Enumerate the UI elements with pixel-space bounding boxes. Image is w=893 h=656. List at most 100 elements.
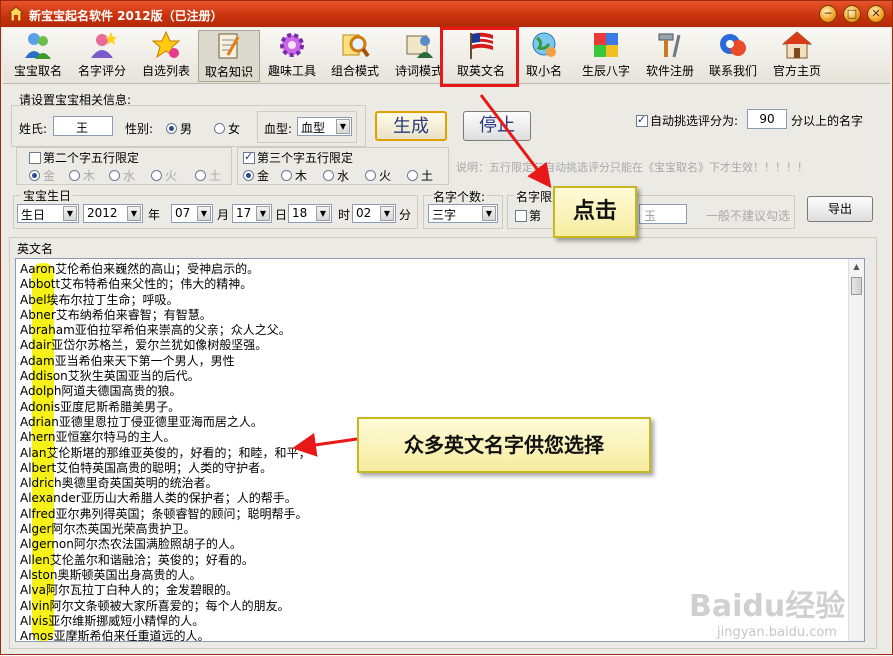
- minimize-button[interactable]: ─: [819, 5, 837, 23]
- list-item[interactable]: Abraham亚伯拉罕希伯来崇高的父亲；众人之父。: [20, 323, 311, 338]
- tool-custom-list[interactable]: 自选列表: [135, 30, 197, 82]
- star-people-icon: [91, 32, 117, 58]
- people-icon: [25, 33, 51, 59]
- name-limit-input[interactable]: 玉: [639, 204, 687, 224]
- export-button[interactable]: 导出: [807, 196, 873, 222]
- radio-empty-icon: [407, 170, 418, 181]
- blood-type-select[interactable]: 血型 ▼: [297, 117, 352, 136]
- chevron-down-icon: ▼: [336, 119, 350, 134]
- wuxing-label: 水: [123, 169, 136, 183]
- list-item[interactable]: Ahern亚恒塞尔特马的主人。: [20, 430, 311, 445]
- list-item[interactable]: Abel埃布尔拉丁生命；呼吸。: [20, 293, 311, 308]
- second-wuxing-metal[interactable]: 金: [29, 167, 55, 184]
- second-wuxing-wood[interactable]: 木: [69, 167, 95, 184]
- radio-empty-icon: [365, 170, 376, 181]
- tool-contact-us[interactable]: 联系我们: [702, 30, 764, 82]
- tool-naming-knowledge[interactable]: 取名知识: [198, 30, 260, 82]
- radio-selected-icon: [29, 170, 40, 181]
- list-item[interactable]: Aldrich奥德里奇英国英明的统治者。: [20, 476, 311, 491]
- gender-male-label: 男: [180, 122, 193, 136]
- tool-nickname[interactable]: 取小名: [515, 30, 573, 82]
- list-item[interactable]: Adrian亚德里恩拉丁侵亚德里亚海而居之人。: [20, 415, 311, 430]
- hour-select[interactable]: 18 ▼: [288, 204, 332, 223]
- list-item[interactable]: Alexander亚历山大希腊人类的保护者；人的帮手。: [20, 491, 311, 506]
- tool-homepage[interactable]: 官方主页: [766, 30, 828, 82]
- stop-button[interactable]: 停止: [463, 111, 531, 141]
- tools-icon: [658, 33, 681, 58]
- list-item[interactable]: Alston奥斯顿英国出身高贵的人。: [20, 568, 311, 583]
- close-button[interactable]: ✕: [867, 5, 885, 23]
- second-char-checkbox[interactable]: 第二个字五行限定: [29, 149, 139, 166]
- home-icon: [782, 31, 812, 59]
- radio-selected-icon: [243, 170, 254, 181]
- birth-type-value: 生日: [21, 208, 46, 222]
- list-item[interactable]: Alfred亚尔弗列得英国；条顿睿智的顾问；聪明帮手。: [20, 507, 311, 522]
- auto-pick-score-input[interactable]: 90: [747, 109, 787, 129]
- radio-empty-icon: [214, 123, 225, 134]
- highlight-box-english-name: [440, 27, 519, 87]
- third-wuxing-wood[interactable]: 木: [281, 167, 307, 184]
- tool-birth-chart[interactable]: 生辰八字: [575, 30, 637, 82]
- list-item[interactable]: Algernon阿尔杰农法国满脸照胡子的人。: [20, 537, 311, 552]
- third-wuxing-earth[interactable]: 土: [407, 167, 433, 184]
- chevron-down-icon: ▼: [63, 206, 77, 221]
- generate-button[interactable]: 生成: [375, 111, 447, 141]
- tool-fun-tools[interactable]: 趣味工具: [261, 30, 323, 82]
- month-select[interactable]: 07 ▼: [171, 204, 213, 223]
- english-name-title: 英文名: [17, 242, 54, 256]
- third-char-title: 第三个字五行限定: [257, 151, 354, 165]
- scroll-up-icon[interactable]: ▲: [849, 259, 864, 274]
- list-item[interactable]: Aaron艾伦希伯来巍然的高山；受神启示的。: [20, 262, 311, 277]
- second-wuxing-fire[interactable]: 火: [151, 167, 177, 184]
- gender-male-radio[interactable]: 男: [166, 120, 192, 137]
- list-item[interactable]: Alan艾伦斯堪的那维亚英俊的，好看的；和睦，和平；: [20, 446, 311, 461]
- second-wuxing-earth[interactable]: 土: [195, 167, 221, 184]
- tool-combo-mode[interactable]: 组合模式: [324, 30, 386, 82]
- list-item[interactable]: Adam亚当希伯来天下第一个男人，男性: [20, 354, 311, 369]
- surname-input[interactable]: 王: [53, 116, 113, 136]
- list-item[interactable]: Alvis亚尔维斯挪威短小精悍的人。: [20, 614, 311, 629]
- list-item[interactable]: Adolph阿道夫德国高贵的狼。: [20, 384, 311, 399]
- vertical-scrollbar[interactable]: ▲: [848, 259, 864, 641]
- list-item[interactable]: Addison艾狄生英国亚当的后代。: [20, 369, 311, 384]
- list-item[interactable]: Alger阿尔杰英国光荣高贵护卫。: [20, 522, 311, 537]
- magnifier-icon: [342, 34, 370, 58]
- third-wuxing-water[interactable]: 水: [323, 167, 349, 184]
- birth-type-select[interactable]: 生日 ▼: [17, 204, 79, 223]
- list-item[interactable]: Abner艾布纳希伯来睿智；有智慧。: [20, 308, 311, 323]
- wuxing-label: 土: [209, 169, 222, 183]
- third-char-checkbox[interactable]: 第三个字五行限定: [243, 149, 353, 166]
- tool-register[interactable]: 软件注册: [639, 30, 701, 82]
- second-char-title: 第二个字五行限定: [43, 151, 140, 165]
- day-select[interactable]: 17 ▼: [232, 204, 272, 223]
- list-item[interactable]: Adonis亚度尼斯希腊美男子。: [20, 400, 311, 415]
- scroll-thumb[interactable]: [851, 277, 862, 295]
- third-wuxing-metal[interactable]: 金: [243, 167, 269, 184]
- maximize-button[interactable]: □: [843, 5, 861, 23]
- auto-pick-checkbox[interactable]: 自动挑选评分为:: [636, 112, 738, 129]
- gender-female-radio[interactable]: 女: [214, 120, 240, 137]
- year-select[interactable]: 2012 ▼: [83, 204, 143, 223]
- chevron-down-icon: ▼: [380, 206, 394, 221]
- globe-people-icon: [532, 32, 556, 57]
- tool-name-score[interactable]: 名字评分: [71, 30, 133, 82]
- name-count-select[interactable]: 三字 ▼: [428, 204, 498, 223]
- birthday-title: 宝宝生日: [21, 187, 74, 204]
- surname-value: 王: [76, 121, 89, 135]
- name-limit-checkbox-label: 第: [529, 209, 542, 223]
- baidu-watermark: Baidu经验: [689, 589, 846, 624]
- tool-baby-naming[interactable]: 宝宝取名: [7, 30, 69, 82]
- chevron-down-icon: ▼: [256, 206, 270, 221]
- minute-select[interactable]: 02 ▼: [352, 204, 396, 223]
- list-item[interactable]: Alva阿尔瓦拉丁白种人的；金发碧眼的。: [20, 583, 311, 598]
- second-wuxing-water[interactable]: 水: [109, 167, 135, 184]
- list-item[interactable]: Allen艾伦盖尔和谐融洽；英俊的；好看的。: [20, 553, 311, 568]
- app-window: 新宝宝起名软件 2012版（已注册） ─ □ ✕ 宝宝取名 名字评分 自选列表 …: [0, 0, 893, 655]
- list-item[interactable]: Adair亚岱尔苏格兰，爱尔兰犹如像树般坚强。: [20, 338, 311, 353]
- name-limit-checkbox[interactable]: 第: [515, 207, 541, 224]
- list-item[interactable]: Alvin阿尔文条顿被大家所喜爱的；每个人的朋友。: [20, 599, 311, 614]
- list-item[interactable]: Amos亚摩斯希伯来任重道远的人。: [20, 629, 311, 641]
- third-wuxing-fire[interactable]: 火: [365, 167, 391, 184]
- list-item[interactable]: Abbott艾布特希伯来父性的；伟大的精神。: [20, 277, 311, 292]
- list-item[interactable]: Albert艾伯特英国高贵的聪明；人类的守护者。: [20, 461, 311, 476]
